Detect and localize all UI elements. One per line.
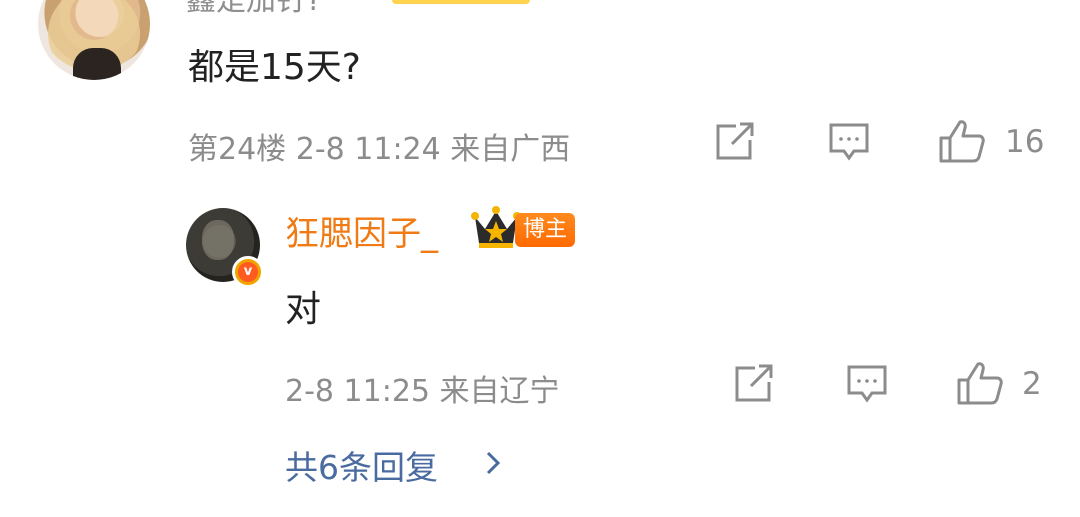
avatar-face xyxy=(202,220,234,260)
reply-like-count: 2 xyxy=(1022,366,1042,402)
like-icon[interactable] xyxy=(938,118,986,164)
comment-time: 2-8 11:24 xyxy=(295,132,441,167)
repost-icon[interactable] xyxy=(714,122,756,162)
reply-text: 对 xyxy=(285,289,322,330)
verified-badge: v xyxy=(232,256,264,288)
reply-repost-icon[interactable] xyxy=(733,364,775,404)
reply-time: 2-8 11:25 xyxy=(285,374,430,409)
commenter-badge xyxy=(392,0,530,4)
reply-meta: 2-8 11:25 来自辽宁 xyxy=(285,366,560,410)
more-replies-link[interactable]: 共6条回复 xyxy=(285,441,438,489)
avatar-shoulder xyxy=(73,48,121,80)
reply-location: 来自辽宁 xyxy=(439,374,560,409)
comment-floor: 第24楼 xyxy=(188,132,287,167)
verified-mark: v xyxy=(238,262,258,282)
replier-name[interactable]: 狂腮因子_ xyxy=(285,206,438,255)
comment-text: 都是15天? xyxy=(188,47,361,88)
reply-like-icon[interactable] xyxy=(956,360,1004,406)
blogger-badge: 博主 xyxy=(515,213,576,247)
comment-icon[interactable] xyxy=(828,122,870,162)
reply-comment-icon[interactable] xyxy=(846,364,888,404)
comment-meta: 第24楼 2-8 11:24 来自广西 xyxy=(188,124,570,168)
commenter-avatar[interactable] xyxy=(38,0,150,80)
commenter-name[interactable]: 鑫是加钉? xyxy=(186,0,322,16)
chevron-right-icon[interactable] xyxy=(484,450,502,480)
comment-location: 来自广西 xyxy=(450,132,571,167)
comment-like-count: 16 xyxy=(1005,124,1045,160)
